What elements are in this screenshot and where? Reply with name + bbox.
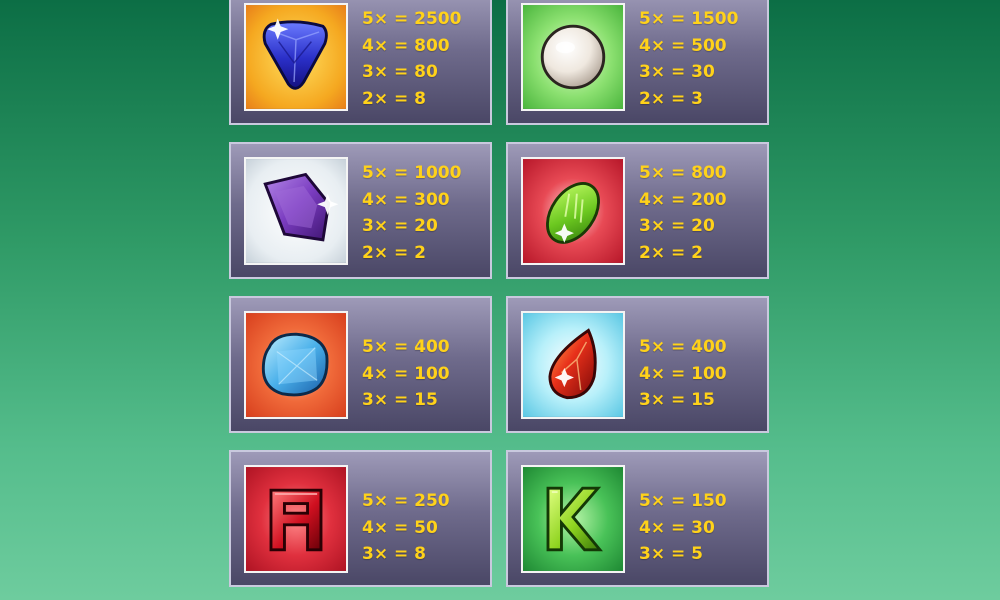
payout-3x: 3× = 20 bbox=[639, 216, 715, 236]
payout-5x: 5× = 400 bbox=[639, 337, 727, 357]
payout-list: 5× = 800 4× = 200 3× = 20 2× = 2 bbox=[639, 160, 727, 266]
letter-k-icon: K bbox=[521, 465, 625, 573]
paytable-card-peridot: 5× = 800 4× = 200 3× = 20 2× = 2 bbox=[506, 142, 769, 279]
payout-4x: 4× = 30 bbox=[639, 517, 715, 538]
payout-5x: 5× = 1500 bbox=[639, 9, 739, 29]
pearl-icon bbox=[521, 3, 625, 111]
payout-list: 5× = 1500 4× = 500 3× = 30 2× = 3 bbox=[639, 6, 738, 112]
payout-5x: 5× = 2500 bbox=[362, 9, 462, 29]
payout-3x: 3× = 20 bbox=[362, 216, 438, 236]
payout-3x: 3× = 15 bbox=[362, 390, 438, 410]
payout-3x: 3× = 8 bbox=[362, 544, 426, 564]
payout-5x: 5× = 1000 bbox=[362, 163, 462, 183]
payout-5x: 5× = 250 bbox=[362, 491, 450, 511]
payout-list: 5× = 400 4× = 100 3× = 15 bbox=[639, 334, 727, 414]
payout-4x: 4× = 50 bbox=[362, 517, 438, 538]
payout-list: 5× = 2500 4× = 800 3× = 80 2× = 8 bbox=[362, 6, 461, 112]
payout-4x: 4× = 800 bbox=[362, 35, 450, 56]
payout-5x: 5× = 800 bbox=[639, 163, 727, 183]
payout-list: 5× = 1000 4× = 300 3× = 20 2× = 2 bbox=[362, 160, 461, 266]
payout-3x: 3× = 15 bbox=[639, 390, 715, 410]
payout-4x: 4× = 300 bbox=[362, 189, 450, 210]
payout-2x: 2× = 2 bbox=[639, 242, 703, 263]
payout-3x: 3× = 5 bbox=[639, 544, 703, 564]
paytable-card-ruby: 5× = 400 4× = 100 3× = 15 bbox=[506, 296, 769, 433]
paytable-card-letter-a: A 5× = 250 4× = 50 3× = 8 bbox=[229, 450, 492, 587]
payout-2x: 2× = 3 bbox=[639, 88, 703, 109]
payout-5x: 5× = 150 bbox=[639, 491, 727, 511]
payout-4x: 4× = 500 bbox=[639, 35, 727, 56]
payout-5x: 5× = 400 bbox=[362, 337, 450, 357]
paytable-card-amethyst: 5× = 1000 4× = 300 3× = 20 2× = 2 bbox=[229, 142, 492, 279]
paytable-card-aquamarine: 5× = 400 4× = 100 3× = 15 bbox=[229, 296, 492, 433]
payout-2x: 2× = 8 bbox=[362, 88, 426, 109]
payout-list: 5× = 250 4× = 50 3× = 8 bbox=[362, 488, 450, 568]
sapphire-icon bbox=[244, 3, 348, 111]
amethyst-icon bbox=[244, 157, 348, 265]
letter-a-icon: A bbox=[244, 465, 348, 573]
payout-4x: 4× = 100 bbox=[639, 363, 727, 384]
payout-2x: 2× = 2 bbox=[362, 242, 426, 263]
ruby-icon bbox=[521, 311, 625, 419]
paytable-card-letter-k: K 5× = 150 4× = 30 3× = 5 bbox=[506, 450, 769, 587]
payout-4x: 4× = 100 bbox=[362, 363, 450, 384]
payout-list: 5× = 150 4× = 30 3× = 5 bbox=[639, 488, 727, 568]
peridot-icon bbox=[521, 157, 625, 265]
payout-3x: 3× = 30 bbox=[639, 62, 715, 82]
paytable-grid: 5× = 2500 4× = 800 3× = 80 2× = 8 5× = 1… bbox=[229, 0, 771, 587]
paytable-card-pearl: 5× = 1500 4× = 500 3× = 30 2× = 3 bbox=[506, 0, 769, 125]
payout-list: 5× = 400 4× = 100 3× = 15 bbox=[362, 334, 450, 414]
paytable-card-sapphire: 5× = 2500 4× = 800 3× = 80 2× = 8 bbox=[229, 0, 492, 125]
payout-4x: 4× = 200 bbox=[639, 189, 727, 210]
payout-3x: 3× = 80 bbox=[362, 62, 438, 82]
aquamarine-icon bbox=[244, 311, 348, 419]
